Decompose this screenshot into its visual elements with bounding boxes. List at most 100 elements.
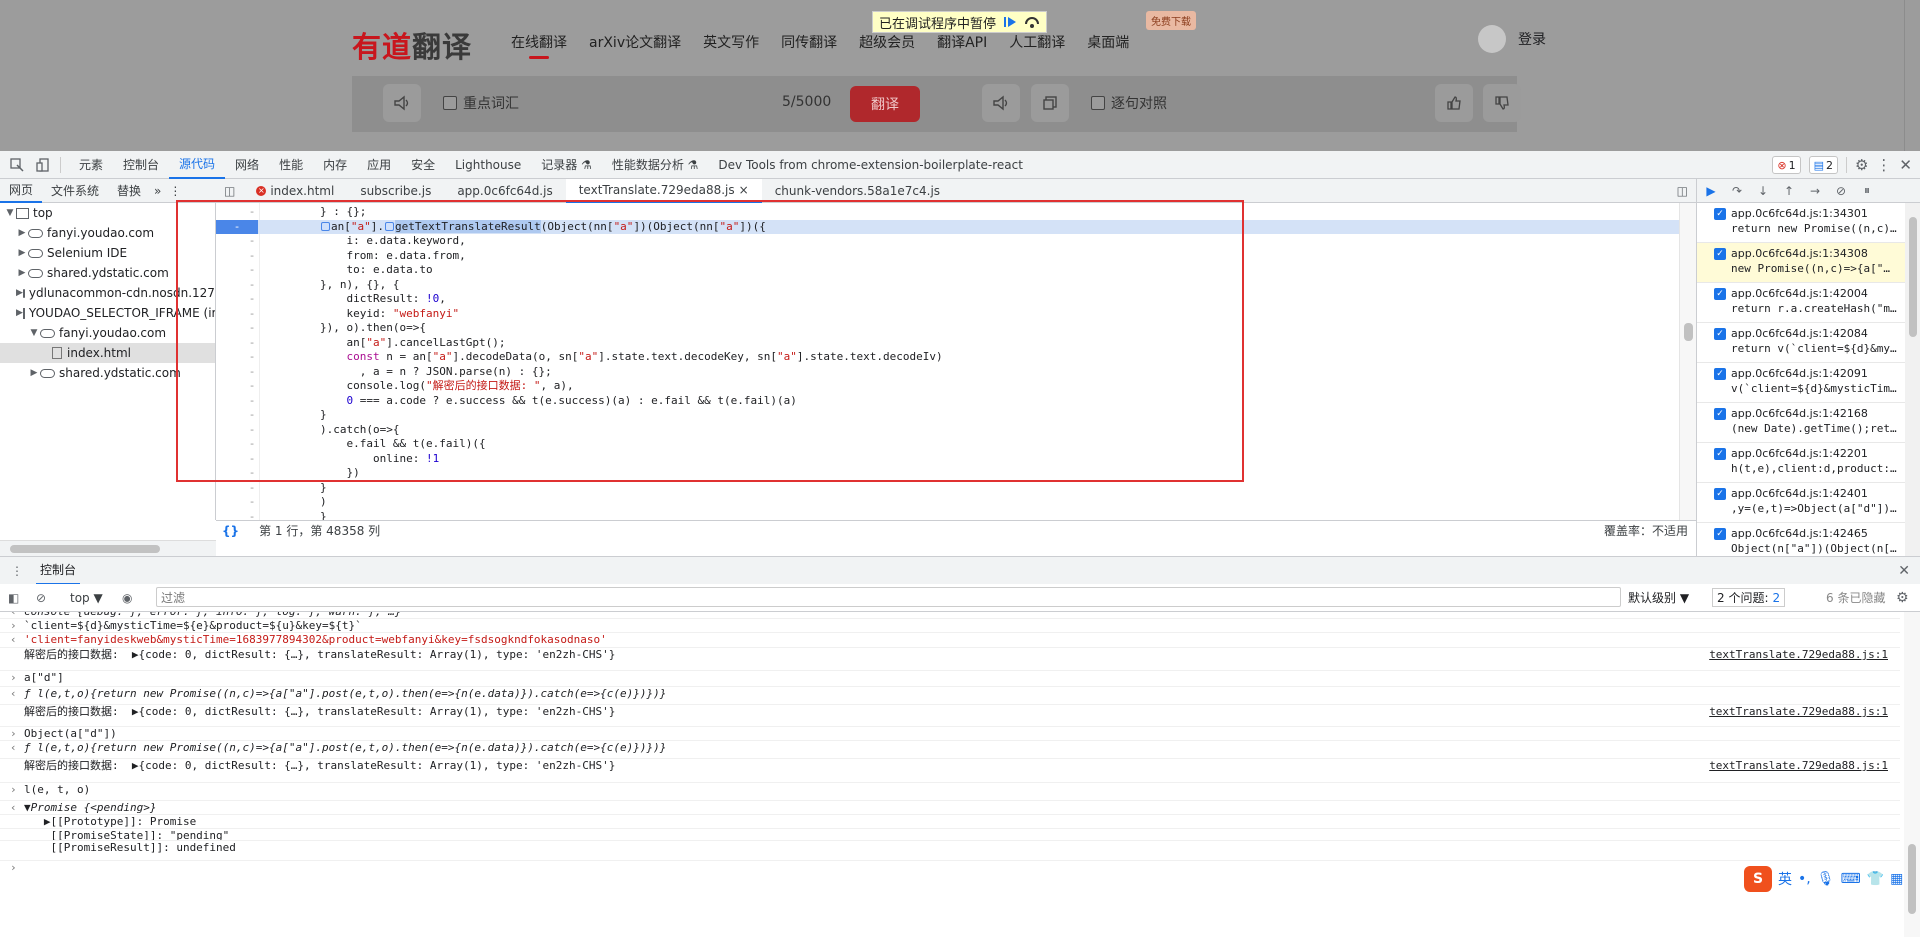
ime-language[interactable]: 英	[1778, 869, 1792, 889]
tree-item[interactable]: ▶ shared.ydstatic.com	[0, 363, 215, 383]
tree-item[interactable]: ▶ ydlunacommon-cdn.nosdn.127.	[0, 283, 215, 303]
translate-button[interactable]: 翻译	[850, 86, 920, 122]
file-tab[interactable]: chunk-vendors.58a1e7c4.js	[762, 179, 953, 203]
youdao-logo[interactable]: 有道翻译	[352, 24, 472, 64]
nav-item[interactable]: 人工翻译	[1009, 32, 1065, 52]
inspect-icon[interactable]	[8, 156, 26, 174]
context-select[interactable]: top ▼	[70, 591, 103, 605]
checkbox-checked-icon[interactable]: ✓	[1714, 408, 1726, 420]
devtools-tab[interactable]: 应用	[357, 151, 401, 179]
inline-breakpoint-icon[interactable]	[385, 222, 394, 231]
checkbox-checked-icon[interactable]: ✓	[1714, 368, 1726, 380]
navigator-menu-icon[interactable]: ⋮	[165, 179, 185, 203]
nav-item[interactable]: 同传翻译	[781, 32, 837, 52]
line-marker[interactable]: -	[247, 350, 257, 364]
scroll-thumb[interactable]	[1909, 217, 1917, 337]
code-line[interactable]: - keyid: "webfanyi"	[216, 307, 1679, 321]
call-stack-item[interactable]: ✓ app.0c6fc64d.js:1:34308 new Promise((n,c…	[1697, 243, 1920, 283]
code-line[interactable]: - from: e.data.from,	[216, 249, 1679, 263]
key-words-checkbox[interactable]: 重点词汇	[441, 84, 521, 122]
code-line[interactable]: - online: !1	[216, 452, 1679, 466]
source-link[interactable]: textTranslate.729eda88.js:1	[1709, 648, 1888, 662]
line-marker[interactable]: -	[247, 292, 257, 306]
devtools-tab[interactable]: Lighthouse	[445, 151, 531, 179]
code-line[interactable]: - an["a"]. getTextTranslateResult(Object(n…	[216, 219, 1679, 234]
source-link[interactable]: textTranslate.729eda88.js:1	[1709, 705, 1888, 719]
target-speaker-icon[interactable]	[982, 84, 1020, 122]
code-line[interactable]: - to: e.data.to	[216, 263, 1679, 277]
code-line[interactable]: -}), o).then(o=>{	[216, 321, 1679, 335]
console-message[interactable]: › a["d"]	[0, 670, 1900, 684]
file-tab[interactable]: textTranslate.729eda88.js ×	[565, 178, 762, 203]
code-line[interactable]: - dictResult: !0,	[216, 292, 1679, 306]
console-message[interactable]: › `client=${d}&mysticTime=${e}&product=${…	[0, 618, 1900, 632]
console-message[interactable]: [[PromiseResult]]: undefined	[0, 840, 1900, 854]
devtools-tab[interactable]: 网络	[225, 151, 269, 179]
nav-item[interactable]: 在线翻译	[511, 32, 567, 59]
code-line[interactable]: -}	[216, 408, 1679, 422]
tree-item[interactable]: index.html	[0, 343, 215, 363]
checkbox-checked-icon[interactable]: ✓	[1714, 448, 1726, 460]
skin-icon[interactable]: 👕	[1867, 871, 1884, 887]
free-download-badge[interactable]: 免费下载	[1146, 11, 1196, 30]
devtools-tab[interactable]: 安全	[401, 151, 445, 179]
step-into-icon[interactable]: ↓	[1755, 184, 1771, 198]
line-marker[interactable]: -	[247, 510, 257, 521]
tree-item[interactable]: ▶ Selenium IDE	[0, 243, 215, 263]
line-marker[interactable]: -	[247, 423, 257, 437]
page-scrollbar[interactable]	[1904, 0, 1920, 151]
issues-counter[interactable]: 2 个问题: 2	[1712, 588, 1786, 607]
microphone-icon[interactable]: 🎙	[1817, 871, 1835, 887]
more-tabs-icon[interactable]: »	[150, 179, 165, 203]
nav-item[interactable]: arXiv论文翻译	[589, 32, 681, 52]
checkbox-checked-icon[interactable]: ✓	[1714, 488, 1726, 500]
collapsed-arrow-icon[interactable]: ▶	[28, 368, 40, 378]
expanded-arrow-icon[interactable]: ▼	[4, 208, 16, 218]
sidebar-scrollbar[interactable]	[1905, 203, 1920, 556]
drawer-menu-icon[interactable]: ⋮	[11, 564, 23, 578]
checkbox-checked-icon[interactable]: ✓	[1714, 328, 1726, 340]
code-line[interactable]: - , a = n ? JSON.parse(n) : {};	[216, 365, 1679, 379]
call-stack-item[interactable]: ✓ app.0c6fc64d.js:1:34301 return new Promi…	[1697, 203, 1920, 243]
line-marker[interactable]: -	[247, 408, 257, 422]
copy-icon[interactable]	[1031, 84, 1069, 122]
sogou-ime-icon[interactable]: S	[1744, 866, 1772, 892]
console-message[interactable]: ‹ ƒ l(e,t,o){return new Promise((n,c)=>{a…	[0, 740, 1900, 754]
step-over-icon[interactable]: ↷	[1729, 184, 1745, 198]
sidebar-toggle-icon[interactable]: ◧	[8, 591, 19, 605]
compare-checkbox[interactable]: 逐句对照	[1089, 84, 1169, 122]
close-devtools-icon[interactable]: ✕	[1899, 156, 1912, 174]
code-line[interactable]: - i: e.data.keyword,	[216, 234, 1679, 248]
checkbox-checked-icon[interactable]: ✓	[1714, 208, 1726, 220]
devtools-tab[interactable]: Dev Tools from chrome-extension-boilerpl…	[708, 151, 1032, 179]
line-marker[interactable]: -	[247, 307, 257, 321]
step-out-icon[interactable]: ↑	[1781, 184, 1797, 198]
keyboard-icon[interactable]: ⌨	[1841, 871, 1861, 887]
toolbox-icon[interactable]: ▦	[1890, 871, 1903, 887]
line-marker[interactable]: -	[247, 481, 257, 495]
step-over-icon[interactable]	[1024, 15, 1040, 29]
line-marker[interactable]: -	[216, 219, 258, 234]
line-marker[interactable]: -	[247, 437, 257, 451]
code-line[interactable]: -}, n), {}, {	[216, 278, 1679, 292]
thumbs-down-icon[interactable]	[1483, 84, 1521, 122]
log-level-select[interactable]: 默认级别 ▼	[1628, 589, 1689, 606]
toggle-debugger-icon[interactable]: ◫	[1677, 184, 1688, 198]
more-options-icon[interactable]: ⋮	[1876, 156, 1891, 174]
toggle-navigator-icon[interactable]: ◫	[224, 184, 235, 198]
deactivate-breakpoints-icon[interactable]: ⊘	[1833, 184, 1849, 198]
file-tab[interactable]: app.0c6fc64d.js	[444, 179, 565, 203]
console-message[interactable]: 解密后的接口数据: ▶{code: 0, dictResult: {…}, tr…	[0, 704, 1900, 718]
devtools-tab[interactable]: 元素	[69, 151, 113, 179]
call-stack-item[interactable]: ✓ app.0c6fc64d.js:1:42168 (new Date).getTi…	[1697, 403, 1920, 443]
line-marker[interactable]: -	[247, 263, 257, 277]
close-tab-icon[interactable]: ×	[739, 183, 749, 197]
code-line[interactable]: - an["a"].cancelLastGpt();	[216, 336, 1679, 350]
line-marker[interactable]: -	[247, 234, 257, 248]
call-stack-item[interactable]: ✓ app.0c6fc64d.js:1:42201 h(t,e),client:d,…	[1697, 443, 1920, 483]
file-tab[interactable]: × index.html	[243, 179, 347, 203]
speaker-icon[interactable]	[383, 84, 421, 122]
collapsed-arrow-icon[interactable]: ▶	[16, 248, 28, 258]
collapsed-arrow-icon[interactable]: ▶	[16, 268, 28, 278]
nav-item[interactable]: 翻译API	[937, 32, 987, 52]
